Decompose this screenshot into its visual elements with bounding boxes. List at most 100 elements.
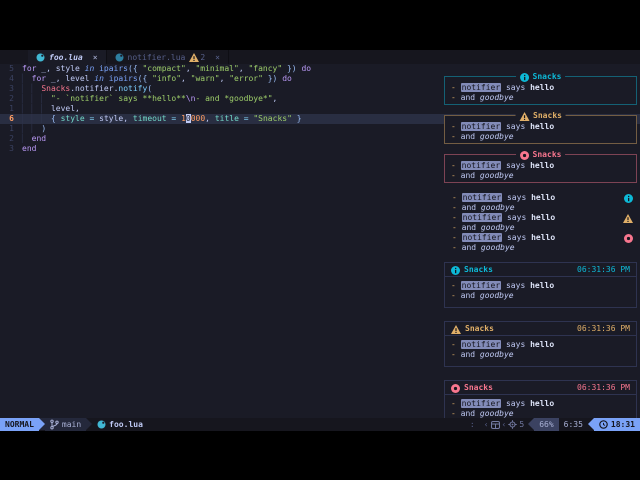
code-text: ▏ ▏ ▏ level, <box>22 104 80 114</box>
location-label: 6:35 <box>563 420 583 429</box>
code-token: , <box>272 94 278 103</box>
message-line: - and goodbye <box>452 203 637 213</box>
code-token: ({ <box>137 74 153 83</box>
code-token: style <box>60 114 85 123</box>
chevron-left-icon: ‹ <box>501 420 507 429</box>
code-text: ▏ ▏ ▏ "- `notifier` says **hello**\n- an… <box>22 94 277 104</box>
code-token: "warn" <box>190 74 220 83</box>
error-icon <box>624 234 633 243</box>
notification-fancy-warn[interactable]: Snacks 06:31:36 PM - notifier says hello - … <box>444 321 637 367</box>
notification-compact-warn[interactable]: Snacks - notifier says hello - and goodbye <box>444 111 637 144</box>
warning-icon <box>189 52 200 62</box>
tab-label: notifier.lua <box>127 52 186 62</box>
message-token: says <box>502 193 532 202</box>
chevron-left-icon: ‹ <box>483 420 489 429</box>
line-number: 3 <box>9 144 14 153</box>
tab-foo.lua[interactable]: foo.lua × <box>28 50 106 64</box>
message-line: - notifier says hello <box>451 340 630 350</box>
line-number: 3 <box>9 84 14 93</box>
message-token: - <box>451 93 461 102</box>
statusline: NORMAL main foo.lua : ‹ ‹ 5 66% 6:35 18:… <box>0 418 640 431</box>
plugin-status-segment: ‹ ‹ 5 <box>480 418 528 431</box>
notification-fancy-error[interactable]: Snacks 06:31:36 PM - notifier says hello - … <box>444 380 637 418</box>
code-text: for _, style in ipairs({ "compact", "min… <box>22 64 311 74</box>
info-icon <box>624 194 633 203</box>
message-token: - <box>452 243 462 252</box>
message-token: says <box>501 399 531 408</box>
notification-fancy-info[interactable]: Snacks 06:31:36 PM - notifier says hello - … <box>444 262 637 308</box>
notification-minimal-error[interactable]: - notifier says hello - and goodbye <box>444 233 637 253</box>
message-token: hello <box>530 340 555 349</box>
code-token: }) <box>282 64 297 73</box>
tab-diagnostics: 2 <box>189 52 206 62</box>
message-token: - <box>451 340 461 349</box>
code-token: = <box>84 114 100 123</box>
code-token: , <box>185 64 196 73</box>
code-text: ▏ ▏ ▏ { style = style, timeout = 10000, … <box>22 114 302 124</box>
notification-title: Snacks <box>515 72 566 82</box>
notification-body: - notifier says hello - and goodbye <box>445 395 636 418</box>
code-token: _, style <box>36 64 85 73</box>
message-token: goodbye <box>479 93 514 102</box>
message-line: - notifier says hello <box>452 233 637 243</box>
notification-message: - notifier says hello - and goodbye <box>452 213 637 233</box>
message-token: and <box>460 93 480 102</box>
notification-title-label: Snacks <box>464 265 493 274</box>
clock-icon <box>599 420 608 429</box>
code-token: , <box>181 74 191 83</box>
scroll-progress: 66% <box>534 418 559 431</box>
message-token: notifier <box>460 399 502 408</box>
close-icon[interactable]: × <box>93 53 98 62</box>
message-line: - notifier says hello <box>451 161 630 171</box>
message-token: says <box>502 213 532 222</box>
message-line: - and goodbye <box>451 93 630 103</box>
mode-label: NORMAL <box>5 420 34 429</box>
code-token: end <box>22 144 37 153</box>
notification-compact-info[interactable]: Snacks - notifier says hello - and goodbye <box>444 72 637 105</box>
message-token: goodbye <box>480 203 515 212</box>
code-token: 000 <box>190 114 206 123</box>
code-token: ipairs <box>108 74 138 83</box>
close-icon[interactable]: × <box>215 53 220 62</box>
message-token: hello <box>531 213 556 222</box>
diagnostic-count: 2 <box>200 52 206 62</box>
editor[interactable]: 5 for _, style in ipairs({ "compact", "mi… <box>0 64 640 418</box>
notification-message: - notifier says hello - and goodbye <box>451 399 630 418</box>
code-token: "- `notifier` says **hello** <box>50 94 186 103</box>
message-token: hello <box>530 399 555 408</box>
message-token: - <box>451 350 461 359</box>
neovim-window: foo.lua × notifier.lua 2 × 5 for _, style in … <box>0 50 640 431</box>
notification-header: Snacks 06:31:36 PM <box>445 322 636 336</box>
message-token: and <box>460 291 480 300</box>
message-token: goodbye <box>479 291 514 300</box>
code-token: "compact" <box>142 64 186 73</box>
notification-minimal-warn[interactable]: - notifier says hello - and goodbye <box>444 213 637 233</box>
code-token: do <box>296 64 312 73</box>
code-token: "error" <box>229 74 263 83</box>
notification-timestamp: 06:31:36 PM <box>577 324 630 333</box>
tab-notifier.lua[interactable]: notifier.lua 2 × <box>106 50 228 64</box>
message-token: - <box>452 233 462 242</box>
message-token: goodbye <box>480 243 515 252</box>
statusline-colon: : <box>465 418 480 431</box>
notification-compact-error[interactable]: Snacks - notifier says hello - and goodbye <box>444 150 637 183</box>
line-number: 2 <box>9 134 14 143</box>
code-token: timeout <box>132 114 167 123</box>
lua-file-icon <box>36 53 45 62</box>
code-token: , <box>123 114 133 123</box>
notification-minimal-info[interactable]: - notifier says hello - and goodbye <box>444 193 637 213</box>
code-token: .notifier. <box>70 84 119 93</box>
code-token: Snacks <box>41 84 71 93</box>
code-token: in <box>94 74 104 83</box>
notif-group-minimal: - notifier says hello - and goodbye - noti… <box>444 193 637 253</box>
message-token: says <box>501 340 531 349</box>
message-token: notifier <box>461 193 503 202</box>
info-icon <box>451 265 460 275</box>
info-icon <box>519 72 529 82</box>
message-token: and <box>461 243 481 252</box>
message-token: - <box>452 203 462 212</box>
message-token: and <box>461 203 481 212</box>
warn-icon <box>451 324 461 334</box>
notification-title-label: Snacks <box>464 383 493 392</box>
code-token: } <box>291 114 302 123</box>
